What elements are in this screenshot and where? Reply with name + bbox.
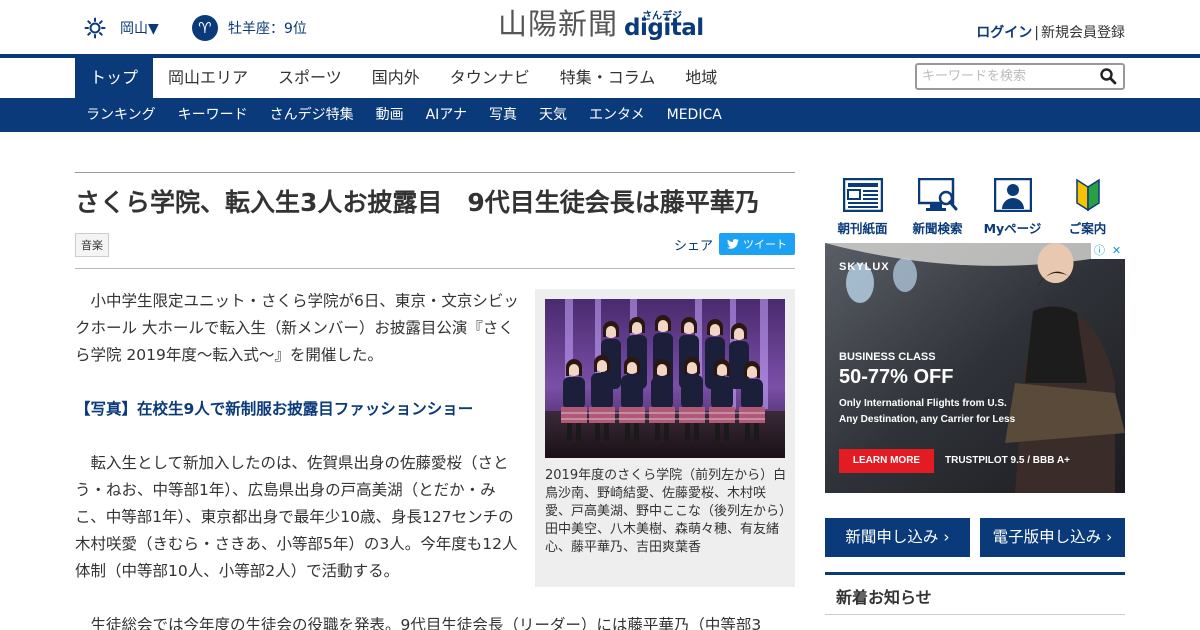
ad-close-icon[interactable]: ✕ — [1108, 243, 1125, 259]
share-label: シェア — [673, 238, 713, 254]
news-section-underline — [825, 614, 1125, 615]
auth-links: ログイン | 新規会員登録 — [976, 22, 1125, 42]
sub-nav: ランキング キーワード さんデジ特集 動画 AIアナ 写真 天気 エンタメ ME… — [0, 98, 1200, 132]
register-link[interactable]: 新規会員登録 — [1041, 25, 1125, 41]
monitor-search-icon — [917, 178, 957, 211]
subnav-item-entertainment[interactable]: エンタメ — [578, 98, 656, 132]
sun-icon — [84, 17, 106, 39]
ad-trust-badge: TRUSTPILOT 9.5 / BBB A+ — [945, 455, 1070, 466]
article-photo[interactable] — [545, 299, 785, 458]
share-bar: シェア ツイート — [674, 233, 795, 255]
weather-region[interactable]: 岡山▼ — [120, 18, 159, 38]
tweet-button[interactable]: ツイート — [719, 233, 795, 255]
newspaper-icon — [842, 178, 883, 212]
news-section-divider — [825, 572, 1125, 575]
ad-line-2: 50-77% OFF — [839, 366, 954, 388]
subscribe-buttons: 新聞申し込み › 電子版申し込み › — [825, 518, 1125, 557]
weather-widget[interactable]: 岡山▼ — [84, 17, 159, 39]
login-link[interactable]: ログイン — [976, 25, 1032, 41]
ad-info-icon[interactable]: ⓘ — [1091, 243, 1108, 259]
logo-main: 山陽新聞 — [498, 7, 619, 41]
search-box — [915, 63, 1125, 90]
site-logo[interactable]: 山陽新聞 さんデジ digital — [498, 7, 704, 41]
article-top-divider — [75, 172, 795, 173]
nav-item-okayama-area[interactable]: 岡山エリア — [153, 58, 263, 98]
subnav-item-video[interactable]: 動画 — [365, 98, 415, 132]
sidebar-label-guide: ご案内 — [1068, 221, 1107, 236]
ad-line-4: Any Destination, any Carrier for Less — [839, 414, 1016, 425]
ad-brand: SKYLUX — [839, 261, 890, 273]
nav-item-region[interactable]: 地域 — [670, 58, 732, 98]
nav-item-top[interactable]: トップ — [75, 58, 154, 98]
subscribe-digital-button[interactable]: 電子版申し込み › — [980, 518, 1125, 557]
nav-item-town-navi[interactable]: タウンナビ — [435, 58, 545, 98]
auth-separator: | — [1034, 25, 1039, 41]
ad-line-1: BUSINESS CLASS — [839, 351, 936, 363]
aries-icon: ♈ — [192, 15, 218, 41]
sidebar-label-morning-paper: 朝刊紙面 — [837, 221, 888, 236]
photo-caption: 2019年度のさくら学院（前列左から）白鳥沙南、野崎結愛、佐藤愛桜、木村咲愛、戸… — [545, 468, 787, 555]
article-paragraph-1: 小中学生限定ユニット・さくら学院が6日、東京・文京シビックホール 大ホールで転入… — [75, 292, 519, 364]
subnav-item-ai-announcer[interactable]: AIアナ — [415, 98, 478, 132]
subnav-item-weather[interactable]: 天気 — [528, 98, 578, 132]
sidebar-link-guide[interactable]: ご案内 — [1050, 178, 1125, 237]
sidebar-quick-links: 朝刊紙面 新聞検索 Myページ ご案内 — [825, 178, 1125, 237]
nav-item-sports[interactable]: スポーツ — [263, 58, 357, 98]
photo-gallery-link[interactable]: 【写真】在校生9人で新制服お披露目ファッションショー — [75, 396, 520, 423]
subscribe-paper-button[interactable]: 新聞申し込み › — [825, 518, 970, 557]
group-photo-image — [545, 299, 785, 458]
twitter-bird-icon — [727, 239, 739, 249]
category-tag[interactable]: 音楽 — [75, 233, 109, 257]
horoscope-rank[interactable]: 牡羊座：9位 — [228, 18, 307, 38]
subnav-item-photo[interactable]: 写真 — [478, 98, 528, 132]
article-meta-divider — [75, 268, 795, 269]
sidebar-link-newspaper-search[interactable]: 新聞検索 — [900, 178, 975, 237]
article-paragraph-3: 生徒総会では今年度の生徒会の役職を発表。9代目生徒会長（リーダー）には藤平華乃（… — [90, 616, 762, 630]
horoscope-widget[interactable]: ♈ 牡羊座：9位 — [192, 15, 307, 41]
article-header: さくら学院、転入生3人お披露目 9代目生徒会長は藤平華乃 音楽 シェア ツイート — [75, 172, 795, 261]
ad-line-3: Only International Flights from U.S. — [839, 398, 1007, 409]
main-nav: トップ 岡山エリア スポーツ 国内外 タウンナビ 特集・コラム 地域 — [0, 58, 1200, 98]
article-paragraph-2: 転入生として新加入したのは、佐賀県出身の佐藤愛桜（さとう・ねお、中等部1年）、広… — [75, 454, 518, 580]
ad-choices[interactable]: ⓘ ✕ — [1091, 243, 1125, 259]
sidebar-link-morning-paper[interactable]: 朝刊紙面 — [825, 178, 900, 237]
article-headline: さくら学院、転入生3人お披露目 9代目生徒会長は藤平華乃 — [75, 188, 760, 217]
logo-digital: さんデジ digital — [624, 7, 704, 41]
nav-item-features-columns[interactable]: 特集・コラム — [545, 58, 671, 98]
search-icon[interactable] — [1099, 67, 1117, 85]
search-input[interactable] — [917, 65, 1097, 88]
news-section-title: 新着お知らせ — [836, 588, 932, 607]
subnav-item-keyword[interactable]: キーワード — [167, 98, 259, 132]
sidebar-label-newspaper-search: 新聞検索 — [912, 221, 963, 236]
tweet-label: ツイート — [743, 238, 787, 251]
logo-digital-text: digital — [624, 15, 704, 41]
beginner-mark-icon — [1075, 178, 1100, 212]
subnav-item-ranking[interactable]: ランキング — [75, 98, 167, 132]
sidebar-label-my-page: Myページ — [983, 221, 1042, 236]
article-meta: 音楽 シェア ツイート — [75, 221, 795, 261]
nav-item-national-international[interactable]: 国内外 — [357, 58, 435, 98]
article-body: 小中学生限定ユニット・さくら学院が6日、東京・文京シビックホール 大ホールで転入… — [75, 288, 520, 585]
article-figure: 2019年度のさくら学院（前列左から）白鳥沙南、野崎結愛、佐藤愛桜、木村咲愛、戸… — [535, 289, 795, 587]
person-icon — [993, 178, 1032, 212]
sidebar-link-my-page[interactable]: Myページ — [975, 178, 1050, 237]
ad-learn-more-button[interactable]: LEARN MORE — [839, 449, 934, 473]
subnav-item-sandeji-features[interactable]: さんデジ特集 — [259, 98, 365, 132]
subnav-item-medica[interactable]: MEDICA — [656, 98, 733, 132]
sidebar-ad[interactable]: ⓘ ✕ SKYLUX BUSINESS CLASS 50-77% OFF Onl… — [825, 243, 1125, 493]
top-bar: 岡山▼ ♈ 牡羊座：9位 山陽新聞 さんデジ digital ログイン | 新規会員… — [0, 0, 1200, 54]
